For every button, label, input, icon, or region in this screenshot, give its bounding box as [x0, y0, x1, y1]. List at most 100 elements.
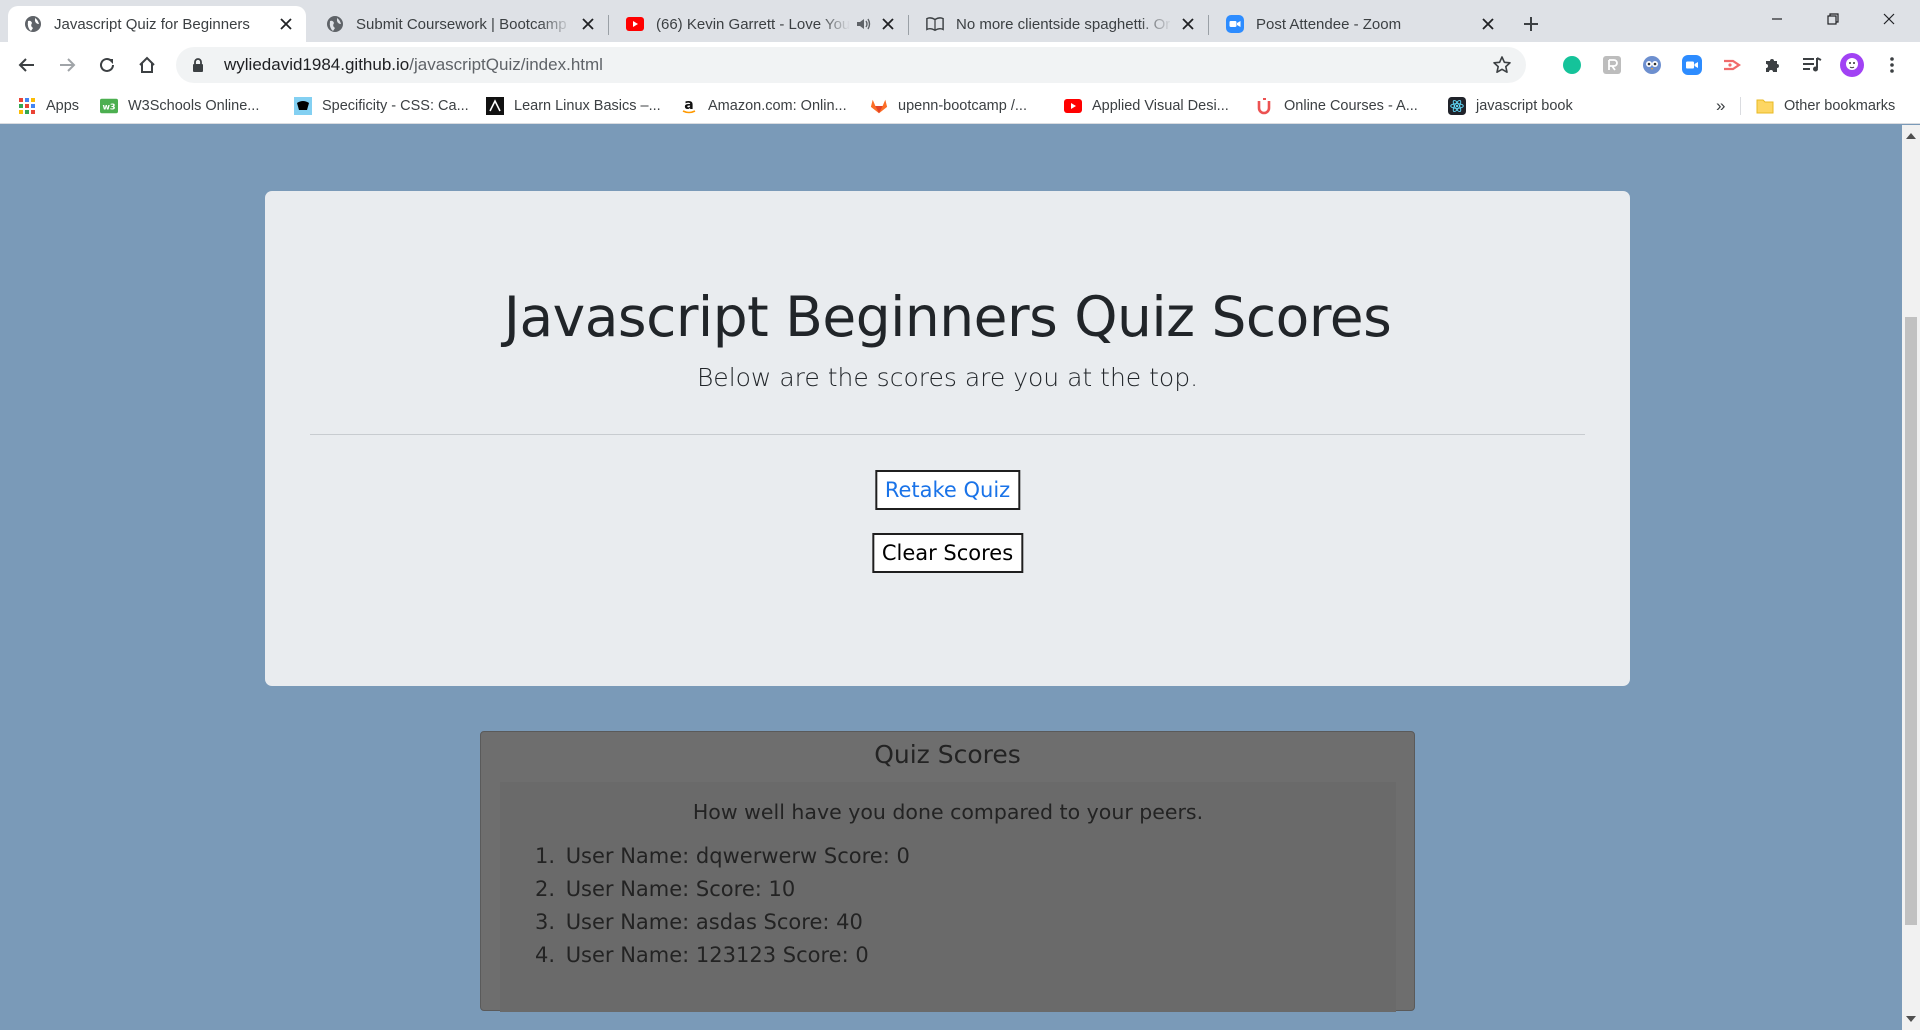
back-button[interactable] — [11, 49, 43, 81]
bookmark-javascript-book[interactable]: javascript book — [1448, 94, 1573, 118]
w3schools-icon: w3 — [100, 97, 118, 115]
bookmark-linux-basics[interactable]: Learn Linux Basics –... — [486, 94, 661, 118]
bookmark-w3schools[interactable]: w3 W3Schools Online... — [100, 94, 259, 118]
page-scrollbar[interactable] — [1902, 125, 1920, 1030]
amazon-icon: a — [680, 97, 698, 115]
linux-icon — [486, 97, 504, 115]
score-rank: 1. — [535, 844, 556, 868]
tab-javascript-quiz[interactable]: Javascript Quiz for Beginners — [8, 6, 306, 42]
tab-clientside-spaghetti[interactable]: No more clientside spaghetti. Or — [910, 6, 1208, 42]
scores-subheading: How well have you done compared to your … — [692, 800, 1204, 824]
score-item: 2. User Name: Score: 10 — [535, 873, 910, 906]
tab-title: Submit Coursework | Bootcamp Spot — [356, 15, 572, 33]
quiz-header-card: Javascript Beginners Quiz Scores Below a… — [265, 191, 1630, 686]
tab-zoom[interactable]: Post Attendee - Zoom — [1210, 6, 1508, 42]
bookmark-label: Specificity - CSS: Ca... — [322, 98, 469, 114]
close-icon[interactable] — [1178, 14, 1198, 34]
svg-text:w3: w3 — [102, 102, 115, 112]
bookmark-label: Applied Visual Desi... — [1092, 98, 1229, 114]
globe-icon — [326, 15, 344, 33]
tab-strip: Javascript Quiz for Beginners Submit Cou… — [0, 0, 1920, 42]
extensions-puzzle-icon[interactable] — [1760, 53, 1784, 77]
overflow-label: » — [1716, 96, 1726, 115]
folder-icon — [1756, 97, 1774, 115]
score-rank: 2. — [535, 877, 556, 901]
close-window-button[interactable] — [1866, 0, 1912, 38]
book-icon — [926, 15, 944, 33]
speaker-icon[interactable] — [856, 17, 872, 31]
zoom-icon — [1226, 15, 1244, 33]
media-queue-icon[interactable] — [1800, 53, 1824, 77]
bookmark-amazon[interactable]: a Amazon.com: Onlin... — [680, 94, 847, 118]
url-path: /javascriptQuiz/index.html — [409, 55, 603, 74]
lock-icon[interactable] — [192, 58, 206, 72]
bookmark-label: javascript book — [1476, 98, 1573, 114]
mdn-icon — [294, 97, 312, 115]
url-host: wyliedavid1984.github.io — [224, 55, 410, 74]
score-item: 3. User Name: asdas Score: 40 — [535, 906, 910, 939]
bookmarks-overflow-button[interactable]: » — [1716, 94, 1725, 118]
close-icon[interactable] — [578, 14, 598, 34]
profile-avatar[interactable] — [1840, 53, 1864, 77]
bookmark-applied-visual-design[interactable]: Applied Visual Desi... — [1064, 94, 1229, 118]
close-icon[interactable] — [276, 14, 296, 34]
close-icon[interactable] — [878, 14, 898, 34]
forward-button[interactable] — [51, 49, 83, 81]
bookmark-label: Amazon.com: Onlin... — [708, 98, 847, 114]
scores-list: 1. User Name: dqwerwerw Score: 0 2. User… — [535, 840, 910, 972]
scrollbar-thumb[interactable] — [1905, 317, 1917, 925]
bookmark-upenn-bootcamp[interactable]: upenn-bootcamp /... — [870, 94, 1027, 118]
bookmark-specificity[interactable]: Specificity - CSS: Ca... — [294, 94, 469, 118]
minimize-button[interactable] — [1754, 0, 1800, 38]
url-text[interactable]: wyliedavid1984.github.io/javascriptQuiz/… — [224, 55, 603, 75]
extension-r-icon[interactable] — [1600, 53, 1624, 77]
close-icon[interactable] — [1478, 14, 1498, 34]
apps-grid-icon — [18, 97, 36, 115]
score-item: 1. User Name: dqwerwerw Score: 0 — [535, 840, 910, 873]
tab-separator — [1208, 15, 1209, 35]
globe-icon — [24, 15, 42, 33]
bookmark-label: Online Courses - A... — [1284, 98, 1418, 114]
zoom-extension-icon[interactable] — [1680, 53, 1704, 77]
youtube-icon — [1064, 97, 1082, 115]
youtube-icon — [626, 15, 644, 33]
scores-heading: Quiz Scores — [874, 740, 1021, 769]
bookmark-label: Apps — [46, 98, 80, 114]
score-text: User Name: dqwerwerw Score: 0 — [565, 844, 910, 868]
score-text: User Name: Score: 10 — [565, 877, 796, 901]
retake-quiz-button[interactable]: Retake Quiz — [874, 470, 1021, 510]
bookmark-label: Learn Linux Basics –... — [514, 98, 661, 114]
new-tab-button[interactable] — [1516, 9, 1546, 39]
cast-extension-icon[interactable] — [1720, 53, 1744, 77]
clear-scores-button[interactable]: Clear Scores — [871, 533, 1024, 573]
udemy-icon — [1256, 97, 1274, 115]
scroll-up-arrow-icon[interactable] — [1906, 133, 1916, 139]
score-rank: 3. — [535, 910, 556, 934]
tab-title: Post Attendee - Zoom — [1256, 15, 1402, 33]
bookmark-other-bookmarks[interactable]: Other bookmarks — [1756, 94, 1895, 118]
home-button[interactable] — [131, 49, 163, 81]
tab-submit-coursework[interactable]: Submit Coursework | Bootcamp Spot — [310, 6, 608, 42]
page-title: Javascript Beginners Quiz Scores — [503, 285, 1392, 349]
bookmark-label: W3Schools Online... — [128, 98, 260, 114]
tab-separator — [908, 15, 909, 35]
reload-button[interactable] — [91, 49, 123, 81]
grammarly-icon[interactable] — [1560, 53, 1584, 77]
chrome-menu-icon[interactable] — [1880, 53, 1904, 77]
scores-body: How well have you done compared to your … — [500, 782, 1396, 1012]
divider — [310, 434, 1585, 435]
scroll-down-arrow-icon[interactable] — [1906, 1016, 1916, 1022]
bookmark-star-icon[interactable] — [1492, 55, 1512, 80]
quiz-scores-panel: Quiz Scores How well have you done compa… — [480, 731, 1415, 1012]
restore-button[interactable] — [1810, 0, 1856, 38]
tab-youtube[interactable]: (66) Kevin Garrett - Love You — [610, 6, 908, 42]
bookmark-apps[interactable]: Apps — [18, 94, 79, 118]
score-text: User Name: asdas Score: 40 — [565, 910, 863, 934]
bookmarks-bar: Apps w3 W3Schools Online... Specificity … — [0, 88, 1920, 124]
browser-toolbar: wyliedavid1984.github.io/javascriptQuiz/… — [0, 42, 1920, 88]
bookmark-online-courses[interactable]: Online Courses - A... — [1256, 94, 1418, 118]
page-lead-text: Below are the scores are you at the top. — [696, 363, 1199, 392]
extension-owl-icon[interactable] — [1640, 53, 1664, 77]
svg-text:a: a — [684, 97, 693, 113]
address-bar[interactable]: wyliedavid1984.github.io/javascriptQuiz/… — [176, 47, 1526, 83]
